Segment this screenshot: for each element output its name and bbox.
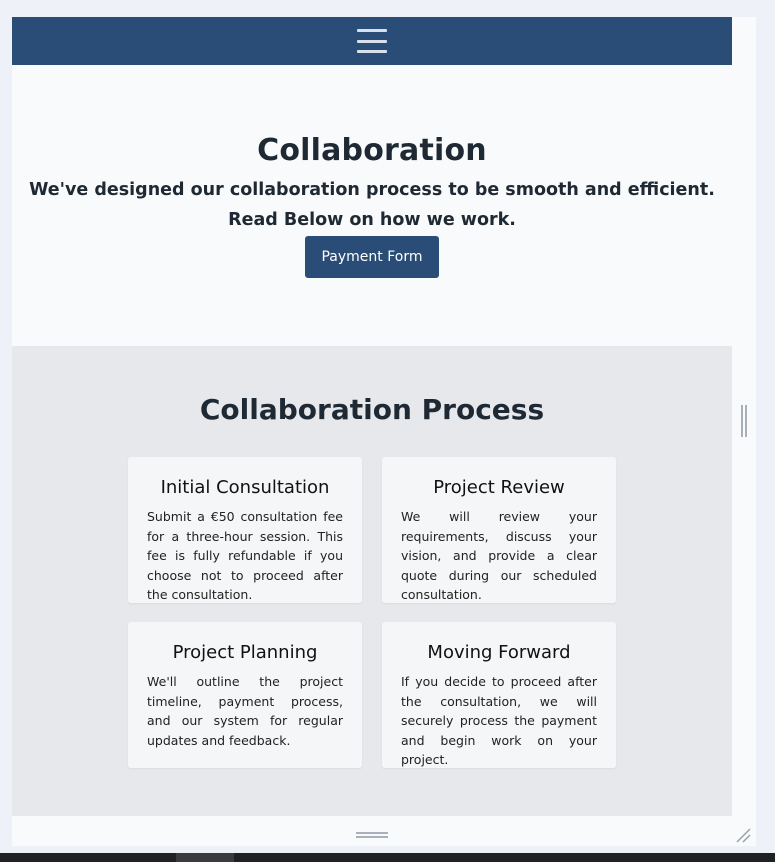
hamburger-menu-icon[interactable] <box>357 29 387 53</box>
card-title: Project Review <box>433 477 565 498</box>
card-text: We will review your requirements, discus… <box>401 509 597 602</box>
card-title: Initial Consultation <box>160 477 330 498</box>
vertical-resize-handle[interactable] <box>741 405 747 437</box>
card-text: Submit a €50 consultation fee for a thre… <box>147 509 343 602</box>
taskbar-item[interactable] <box>176 853 234 862</box>
hero-subtitle: We've designed our collaboration process… <box>12 175 732 235</box>
card-text: We'll outline the project timeline, paym… <box>147 674 343 748</box>
process-title: Collaboration Process <box>199 393 545 426</box>
hero-subtitle-line-2: Read Below on how we work. <box>228 210 516 230</box>
corner-resize-grip-icon[interactable] <box>735 827 751 843</box>
taskbar <box>0 853 775 862</box>
hero-section: Collaboration We've designed our collabo… <box>12 65 732 346</box>
horizontal-resize-handle[interactable] <box>356 832 388 838</box>
card-text: If you decide to proceed after the consu… <box>401 674 597 767</box>
preview-frame: Collaboration We've designed our collabo… <box>12 17 756 846</box>
page-viewport: Collaboration We've designed our collabo… <box>12 17 732 846</box>
card-title: Moving Forward <box>427 642 571 663</box>
hero-subtitle-line-1: We've designed our collaboration process… <box>29 180 715 200</box>
card-title: Project Planning <box>172 642 318 663</box>
process-card-project-review: Project Review We will review your requi… <box>382 457 616 603</box>
process-card-project-planning: Project Planning We'll outline the proje… <box>128 622 362 768</box>
collaboration-process-section: Collaboration Process Initial Consultati… <box>12 346 732 816</box>
top-navbar <box>12 17 732 65</box>
hero-title: Collaboration <box>257 133 487 168</box>
process-card-initial-consultation: Initial Consultation Submit a €50 consul… <box>128 457 362 603</box>
payment-form-button[interactable]: Payment Form <box>305 236 439 278</box>
process-card-moving-forward: Moving Forward If you decide to proceed … <box>382 622 616 768</box>
